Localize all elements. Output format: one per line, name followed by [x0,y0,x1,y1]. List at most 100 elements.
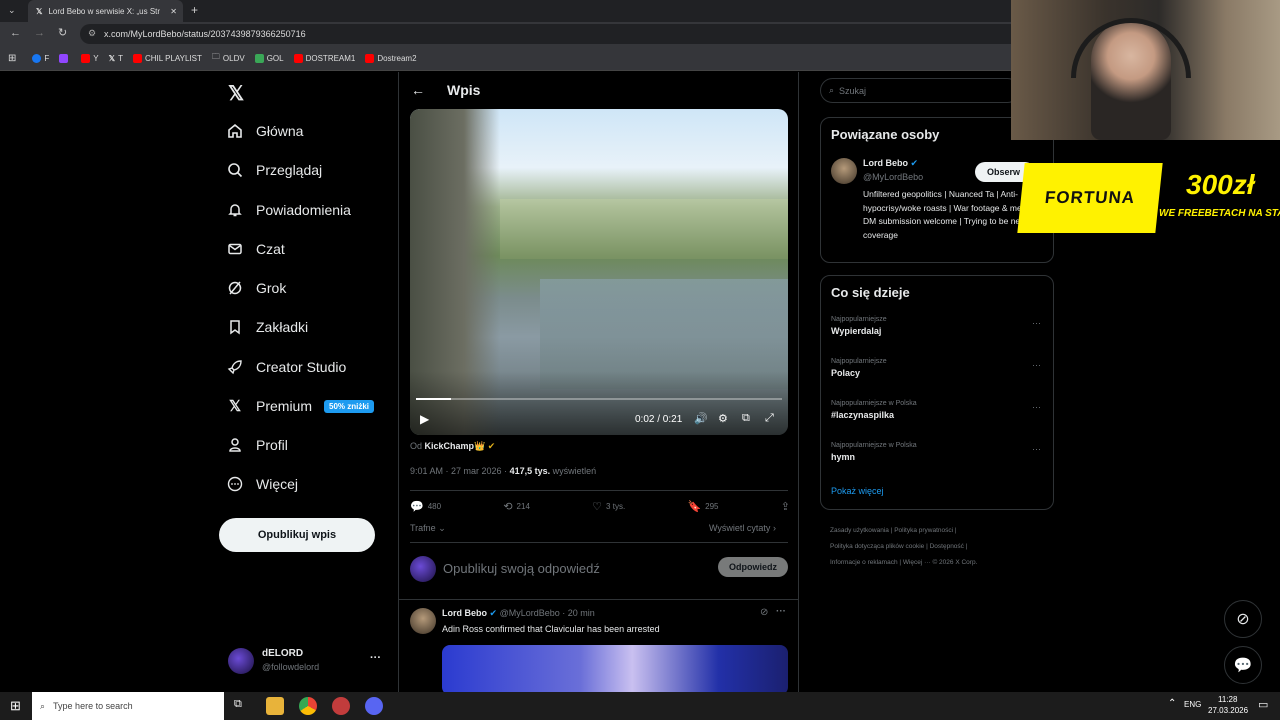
bookmark-action[interactable]: 🔖 295 [687,500,718,513]
footer-line[interactable]: Informacje o reklamach | Więcej ··· © 20… [830,555,1055,571]
search-input[interactable]: ⌕ Szukaj [820,78,1020,103]
trend-item[interactable]: Najpopularniejsze Wypierdalaj [831,316,887,336]
x-logo-icon[interactable]: 𝕏 [228,81,244,106]
folder-icon: 🗀 [211,52,220,61]
next-post-media[interactable] [442,645,788,692]
windows-start-icon[interactable]: ⊞ [10,698,21,714]
back-icon[interactable]: ← [10,27,21,39]
repost-action[interactable]: ⟲ 214 [503,500,530,513]
nav-item-explore[interactable]: Przeglądaj [226,161,322,179]
nav-item-profile[interactable]: Profil [226,436,288,454]
trend-more-icon[interactable]: ··· [1032,402,1041,412]
trend-item[interactable]: Najpopularniejsze w Polska #laczynaspilka [831,400,917,420]
grok-icon[interactable]: ⊘ [760,607,768,618]
account-more-icon[interactable]: ··· [370,652,381,664]
notifications-icon[interactable]: ▭ [1258,698,1268,711]
close-tab-icon[interactable]: ✕ [170,7,177,16]
tab-menu-icon[interactable]: ⌄ [8,5,16,16]
bookmark-icon [226,318,244,336]
trend-item[interactable]: Najpopularniejsze w Polska hymn [831,442,917,462]
post-more-icon[interactable]: ··· [776,606,786,617]
discord-icon[interactable] [365,697,383,715]
footer-line[interactable]: Zasady użytkowania | Polityka prywatnośc… [830,523,1055,539]
mail-icon [226,240,244,258]
reply-action[interactable]: 💬 480 [410,500,441,513]
chevron-down-icon: ⌄ [438,523,446,533]
bell-icon [226,201,244,219]
reload-icon[interactable]: ↻ [58,26,67,39]
back-arrow-icon[interactable]: ← [411,82,425,98]
trend-more-icon[interactable]: ··· [1032,360,1041,370]
app-icon[interactable] [332,697,350,715]
play-icon[interactable]: ▶ [420,412,429,426]
site-info-icon[interactable]: ⚙ [88,28,96,39]
related-name[interactable]: Lord Bebo ✔ [863,158,918,169]
nav-item-notifications[interactable]: Powiadomienia [226,201,351,219]
new-tab-icon[interactable]: + [191,3,198,17]
bookmark-item[interactable]: 🗀 OLDV [212,51,245,65]
show-more-link[interactable]: Pokaż więcej [831,486,884,496]
webcam-overlay [1011,0,1280,140]
publish-post-button[interactable]: Opublikuj wpis [219,518,375,552]
tray-chevron-icon[interactable]: ⌃ [1168,698,1176,709]
premium-discount-badge: 50% zniżki [324,399,375,413]
reply-input[interactable]: Opublikuj swoją odpowiedź [443,561,600,576]
apps-icon[interactable]: ⊞ [8,53,16,64]
post-meta: 9:01 AM · 27 mar 2026 · 417,5 tys. wyświ… [410,466,597,476]
share-action[interactable]: ⇪ [781,500,790,513]
source-link[interactable]: KickChamp👑 [425,441,486,451]
reply-button[interactable]: Odpowiedz [718,557,788,577]
trend-item[interactable]: Najpopularniejsze Polacy [831,358,887,378]
clock-date[interactable]: 27.03.2026 [1208,706,1248,715]
sort-dropdown[interactable]: Trafne ⌄ [410,523,446,534]
nav-item-chat[interactable]: Czat [226,240,285,258]
bookmark-item[interactable]: Y [81,53,99,63]
bookmark-item[interactable]: 𝕏T [109,54,123,63]
headphones-image [1071,18,1191,78]
bookmark-item[interactable]: Dostream2 [365,53,417,63]
settings-gear-icon[interactable]: ⚙ [718,412,728,425]
video-progress-track[interactable] [416,398,782,400]
nav-item-grok[interactable]: Grok [226,279,286,297]
footer-line[interactable]: Polityka dotycząca plików cookie | Dostę… [830,539,1055,555]
grok-fab[interactable]: ⊘ [1224,600,1262,638]
bookmark-item[interactable]: F [32,53,49,63]
bookmark-item[interactable]: GOL [254,53,284,63]
file-explorer-icon[interactable] [266,697,284,715]
trend-more-icon[interactable]: ··· [1032,318,1041,328]
avatar [831,158,857,184]
nav-item-home[interactable]: Główna [226,122,303,140]
fullscreen-icon[interactable]: ⤢ [765,412,774,425]
clock-time[interactable]: 11:28 [1218,695,1237,704]
language-indicator[interactable]: ENG [1184,700,1201,709]
account-switcher[interactable]: dELORD @followdelord ··· [228,646,388,678]
taskbar-search-input[interactable]: ⌕ Type here to search [32,692,224,720]
youtube-icon [81,53,91,63]
forward-icon[interactable]: → [34,27,45,39]
search-icon: ⌕ [829,85,835,95]
bookmark-item[interactable] [59,53,71,63]
divider [410,490,788,491]
pip-icon[interactable]: ⧉ [742,412,750,425]
browser-tab[interactable]: 𝕏 Lord Bebo w serwisie X: „us Str ✕ [28,0,183,22]
messages-fab[interactable]: 💬 [1224,646,1262,684]
bookmark-item[interactable]: CHIL PLAYLIST [132,53,202,63]
bookmark-item[interactable]: DOSTREAM1 [293,53,355,63]
video-controls: ▶ 0:02 / 0:21 🔊 ⚙ ⧉ ⤢ [410,405,788,435]
trend-more-icon[interactable]: ··· [1032,444,1041,454]
next-post[interactable]: Lord Bebo ✔ @MyLordBebo · 20 min ⊘ ··· A… [410,606,790,692]
view-quotes-link[interactable]: Wyświetl cytaty › [709,523,776,533]
chrome-icon[interactable] [299,697,317,715]
nav-item-bookmarks[interactable]: Zakładki [226,318,308,336]
footer-links: Zasady użytkowania | Polityka prywatnośc… [830,523,1055,571]
like-action[interactable]: ♡ 3 tys. [592,500,625,513]
volume-icon[interactable]: 🔊 [694,412,708,425]
video-player[interactable]: ▶ 0:02 / 0:21 🔊 ⚙ ⧉ ⤢ [410,109,788,435]
trends-card: Co się dzieje Najpopularniejsze Wypierdal… [820,275,1054,510]
task-view-icon[interactable]: ⧉ [234,698,242,711]
nav-item-premium[interactable]: 𝕏 Premium 50% zniżki [226,397,375,415]
nav-item-more[interactable]: Więcej [226,475,298,493]
url-field[interactable]: ⚙ x.com/MyLordBebo/status/20374398793662… [80,24,1020,44]
nav-item-creator-studio[interactable]: Creator Studio [226,358,346,376]
video-time: 0:02 / 0:21 [635,414,683,425]
